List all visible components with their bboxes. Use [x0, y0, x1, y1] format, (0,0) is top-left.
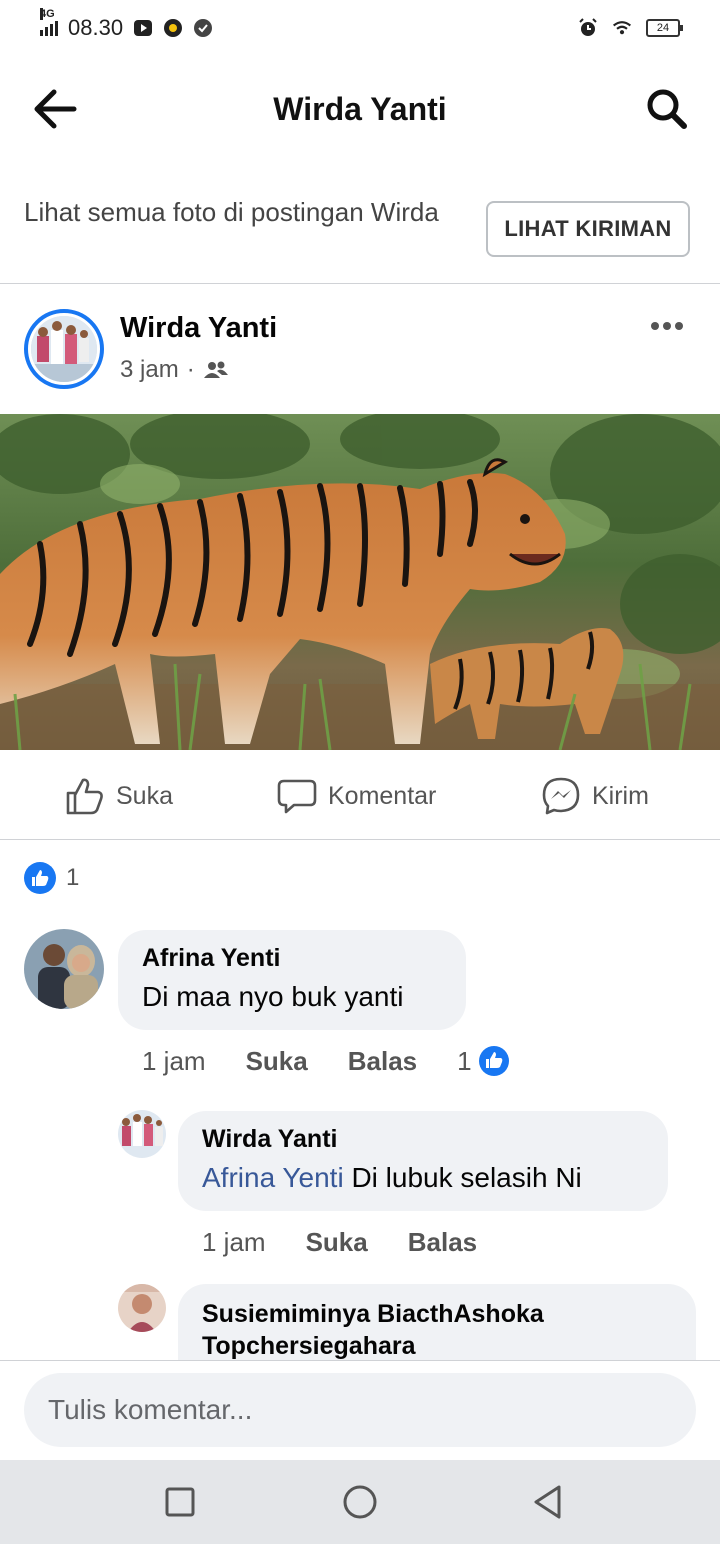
reply-actions: 1 jam Suka Balas: [202, 1225, 517, 1259]
signal-icon: 4G: [40, 8, 58, 36]
status-time: 08.30: [68, 15, 124, 40]
meta-separator: ·: [186, 356, 195, 383]
battery-icon: 24: [646, 19, 683, 37]
see-all-photos-banner: Lihat semua foto di postingan Wirda LIHA…: [0, 184, 720, 284]
comment-like-button[interactable]: Suka: [246, 1046, 308, 1077]
app-notification-icon: [164, 19, 183, 37]
reply-text-line: Afrina Yenti Di lubuk selasih Ni: [202, 1162, 644, 1194]
play-icon: [134, 20, 153, 36]
post-photo[interactable]: [0, 414, 720, 750]
thumbs-up-icon: [66, 778, 103, 815]
status-bar: 4G 08.30 24: [0, 0, 720, 56]
page-title: Wirda Yanti: [273, 90, 447, 127]
comment-button[interactable]: Komentar: [276, 774, 436, 818]
more-options-icon[interactable]: [650, 320, 684, 332]
battery-level: 24: [656, 22, 670, 34]
send-label: Kirim: [592, 781, 649, 810]
wifi-icon: [613, 21, 631, 35]
comment-actions: 1 jam Suka Balas 1: [142, 1044, 510, 1078]
comment-composer: [0, 1360, 720, 1460]
back-arrow-icon[interactable]: [30, 86, 80, 132]
comment-reply-button[interactable]: Balas: [348, 1046, 417, 1077]
view-post-button[interactable]: LIHAT KIRIMAN: [486, 201, 690, 257]
comment-text: Di maa nyo buk yanti: [142, 981, 404, 1012]
comment-time: 1 jam: [142, 1045, 206, 1076]
comment-reaction-count[interactable]: 1: [457, 1045, 509, 1077]
reply-bubble[interactable]: Wirda Yanti Afrina Yenti Di lubuk selasi…: [178, 1111, 668, 1211]
recent-apps-icon[interactable]: [160, 1482, 200, 1522]
post-actions: Suka Komentar Kirim: [0, 754, 720, 840]
send-button[interactable]: Kirim: [540, 774, 649, 818]
reply-time: 1 jam: [202, 1226, 266, 1257]
reply-like-button[interactable]: Suka: [306, 1227, 368, 1258]
alarm-icon: [579, 18, 597, 36]
post-meta: 3 jam ·: [120, 356, 229, 384]
comment-label: Komentar: [328, 781, 437, 810]
reply-avatar[interactable]: [118, 1110, 166, 1158]
like-button[interactable]: Suka: [64, 774, 173, 818]
comment-input[interactable]: [24, 1373, 696, 1447]
search-icon[interactable]: [644, 86, 690, 132]
third-author-line2: Topchersiegahara: [202, 1332, 416, 1360]
like-reaction-icon: [24, 862, 56, 894]
reply-author[interactable]: Wirda Yanti: [202, 1125, 644, 1154]
third-author-line1: Susiemiminya BiacthAshoka: [202, 1300, 544, 1328]
reply-text: Di lubuk selasih Ni: [351, 1162, 582, 1193]
banner-text: Lihat semua foto di postingan Wirda: [24, 197, 439, 227]
reply-mention[interactable]: Afrina Yenti: [202, 1162, 344, 1193]
like-label: Suka: [116, 781, 173, 810]
post-author-name[interactable]: Wirda Yanti: [120, 312, 277, 345]
comment-author[interactable]: Afrina Yenti: [142, 944, 442, 973]
comment-reaction-number: 1: [457, 1045, 472, 1076]
like-reaction-icon: [478, 1046, 509, 1076]
reply-reply-button[interactable]: Balas: [408, 1227, 477, 1258]
home-icon[interactable]: [340, 1482, 380, 1522]
back-nav-icon[interactable]: [528, 1482, 568, 1522]
post-header: Wirda Yanti 3 jam ·: [0, 290, 720, 410]
reaction-count: 1: [66, 864, 80, 891]
comment-bubble-icon: [277, 779, 317, 814]
app-header: Wirda Yanti: [0, 64, 720, 154]
check-icon: [194, 19, 213, 37]
system-nav-bar: [0, 1460, 720, 1544]
post-time[interactable]: 3 jam: [120, 356, 179, 384]
third-commenter-avatar[interactable]: [118, 1284, 166, 1332]
messenger-icon: [542, 777, 580, 815]
comment-bubble[interactable]: Afrina Yenti Di maa nyo buk yanti: [118, 930, 466, 1030]
friends-icon: [203, 361, 228, 378]
tiger-photo: [0, 414, 720, 750]
network-type: 4G: [40, 8, 55, 20]
commenter-avatar[interactable]: [24, 929, 104, 1009]
author-avatar[interactable]: [24, 309, 104, 389]
third-comment-author[interactable]: Susiemiminya BiacthAshoka Topchersiegaha…: [202, 1298, 672, 1362]
reaction-summary[interactable]: 1: [24, 862, 79, 894]
